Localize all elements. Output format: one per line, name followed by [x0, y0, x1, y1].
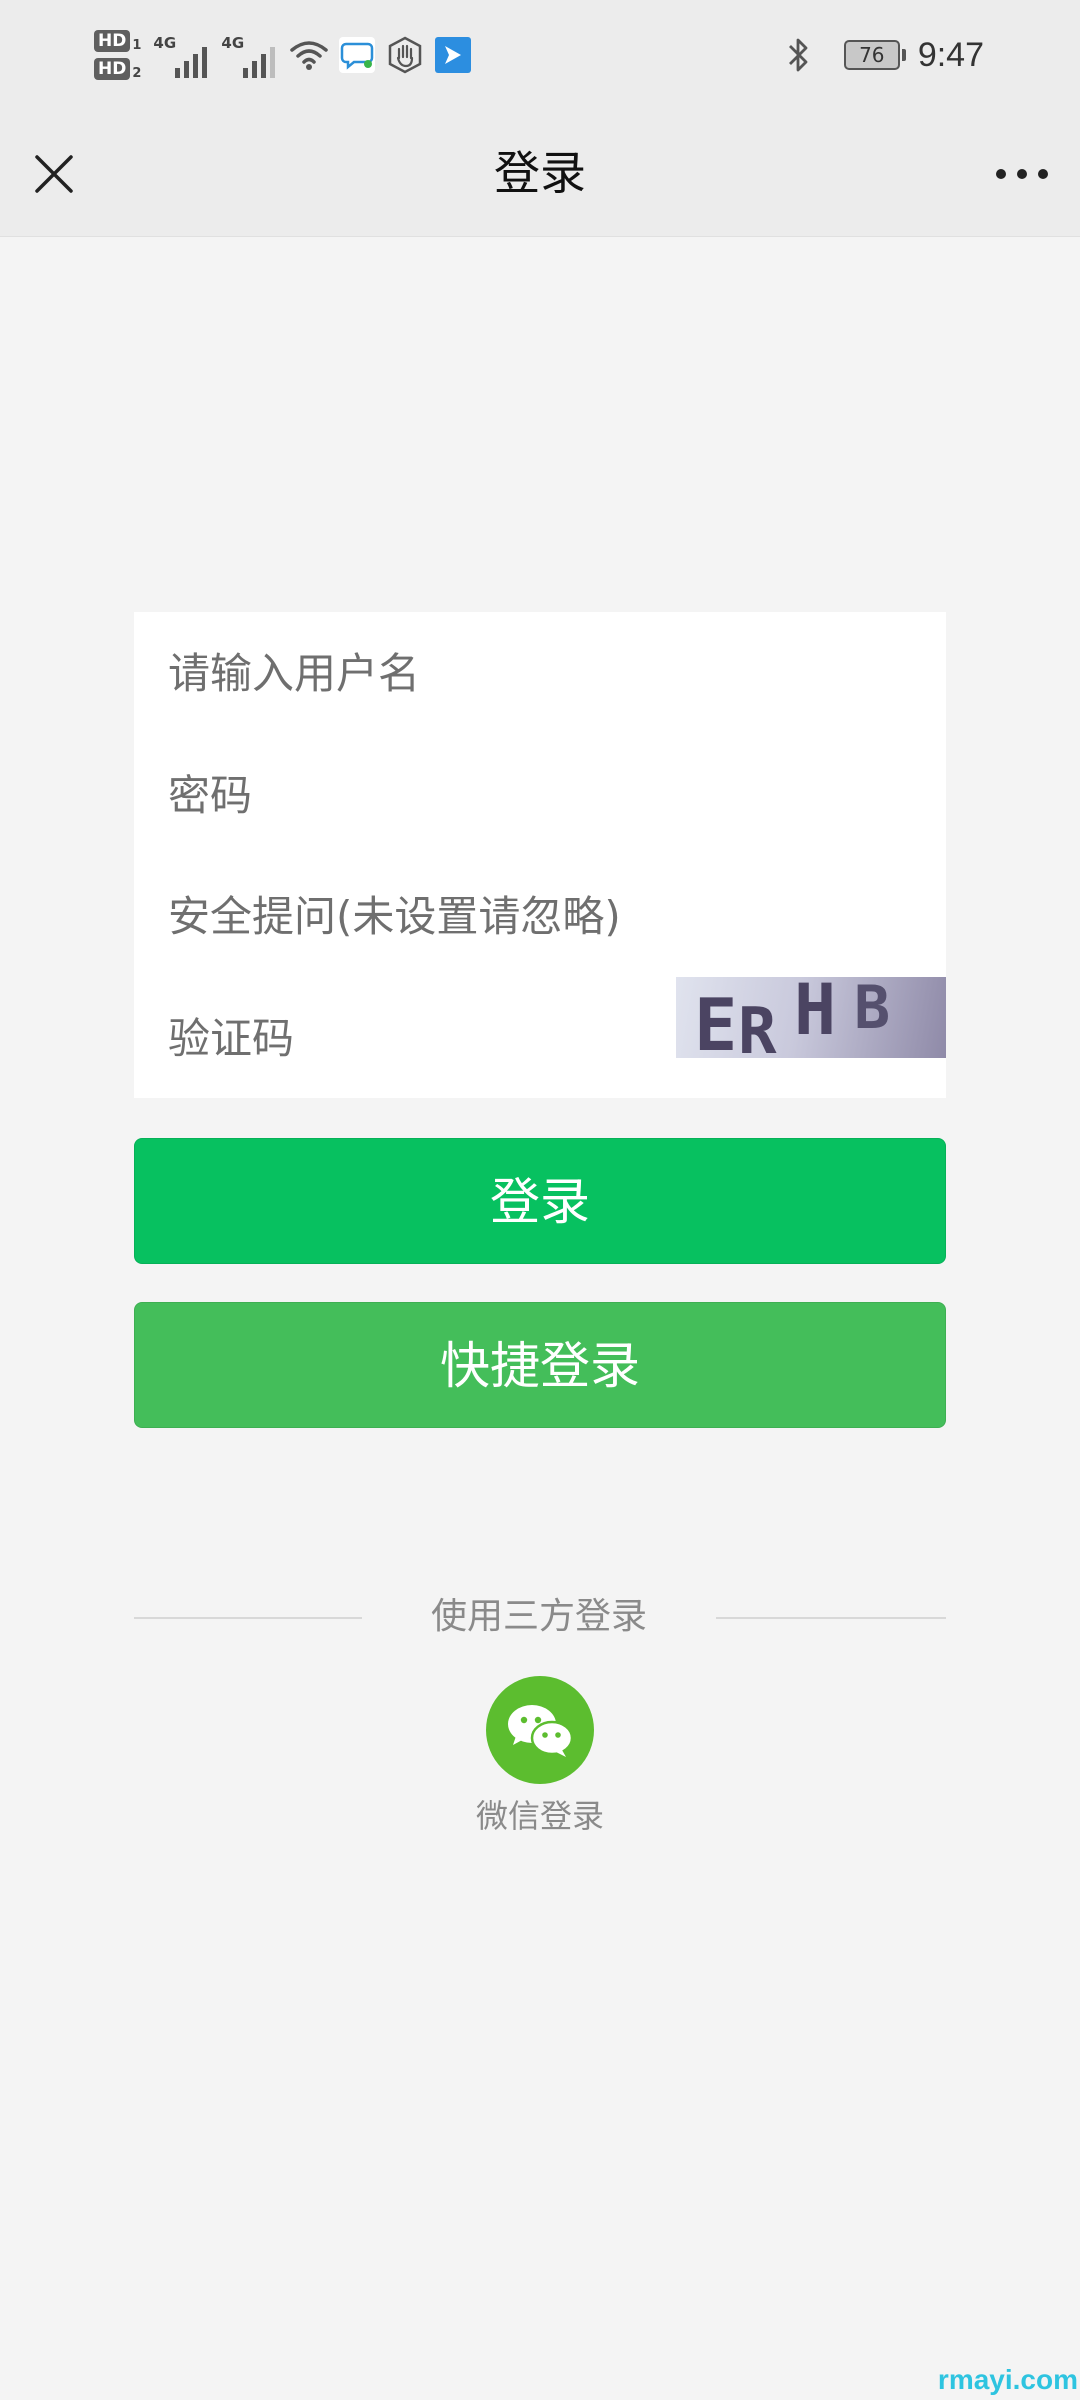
nav-bar: 登录: [0, 110, 1080, 237]
network-type-label: 4G: [221, 34, 245, 52]
third-party-divider-label: 使用三方登录: [430, 1596, 647, 1637]
wechat-icon: [508, 1705, 574, 1757]
wechat-login-label: 微信登录: [475, 1797, 604, 1835]
status-bar: HD 1 HD 2 4G 4G 76 9:47: [0, 0, 1080, 110]
captcha-image[interactable]: E R H B: [676, 977, 946, 1058]
sim-indicators: HD 1 HD 2: [94, 30, 141, 80]
divider-line: [716, 1617, 946, 1619]
wifi-icon: [289, 35, 329, 75]
captcha-char: H: [794, 977, 837, 1051]
watermark: rmayi.com: [937, 2364, 1078, 2395]
signal-1-icon: 4G: [153, 32, 208, 78]
password-input[interactable]: [168, 734, 908, 856]
login-button[interactable]: 登录: [134, 1138, 946, 1264]
captcha-input[interactable]: [168, 977, 608, 1099]
hd-badge: HD: [94, 58, 131, 80]
sim-number: 2: [132, 66, 142, 81]
username-row: [134, 612, 946, 734]
username-input[interactable]: [168, 612, 908, 734]
captcha-char: E: [694, 983, 738, 1058]
more-icon: [996, 169, 1048, 179]
divider-line: [134, 1617, 362, 1619]
hd-badge: HD: [94, 30, 131, 52]
battery-icon: 76: [843, 40, 906, 70]
quick-login-button[interactable]: 快捷登录: [134, 1302, 946, 1428]
sim2-indicator: HD 2: [94, 58, 141, 80]
status-icons-right: 76 9:47: [778, 20, 984, 90]
bluetooth-icon: [778, 35, 818, 75]
more-menu-button[interactable]: [990, 146, 1054, 202]
battery-level: 76: [843, 40, 900, 70]
security-question-input[interactable]: [168, 855, 908, 977]
sim-number: 1: [132, 38, 142, 53]
hand-stop-icon: [385, 35, 425, 75]
password-row: [134, 734, 946, 856]
page-title: 登录: [494, 146, 586, 200]
security-question-row: [134, 855, 946, 977]
clock: 9:47: [917, 35, 984, 74]
captcha-char: B: [854, 977, 891, 1043]
app-notification-icon: [433, 35, 473, 75]
network-type-label: 4G: [153, 34, 177, 52]
captcha-char: R: [738, 995, 777, 1058]
signal-2-icon: 4G: [221, 32, 276, 78]
sim1-indicator: HD 1: [94, 30, 141, 52]
chat-app-notification-icon: [337, 35, 377, 75]
login-form: E R H B: [134, 612, 946, 1099]
wechat-login-button[interactable]: [486, 1676, 594, 1784]
status-icons-left: HD 1 HD 2 4G 4G: [94, 20, 481, 90]
